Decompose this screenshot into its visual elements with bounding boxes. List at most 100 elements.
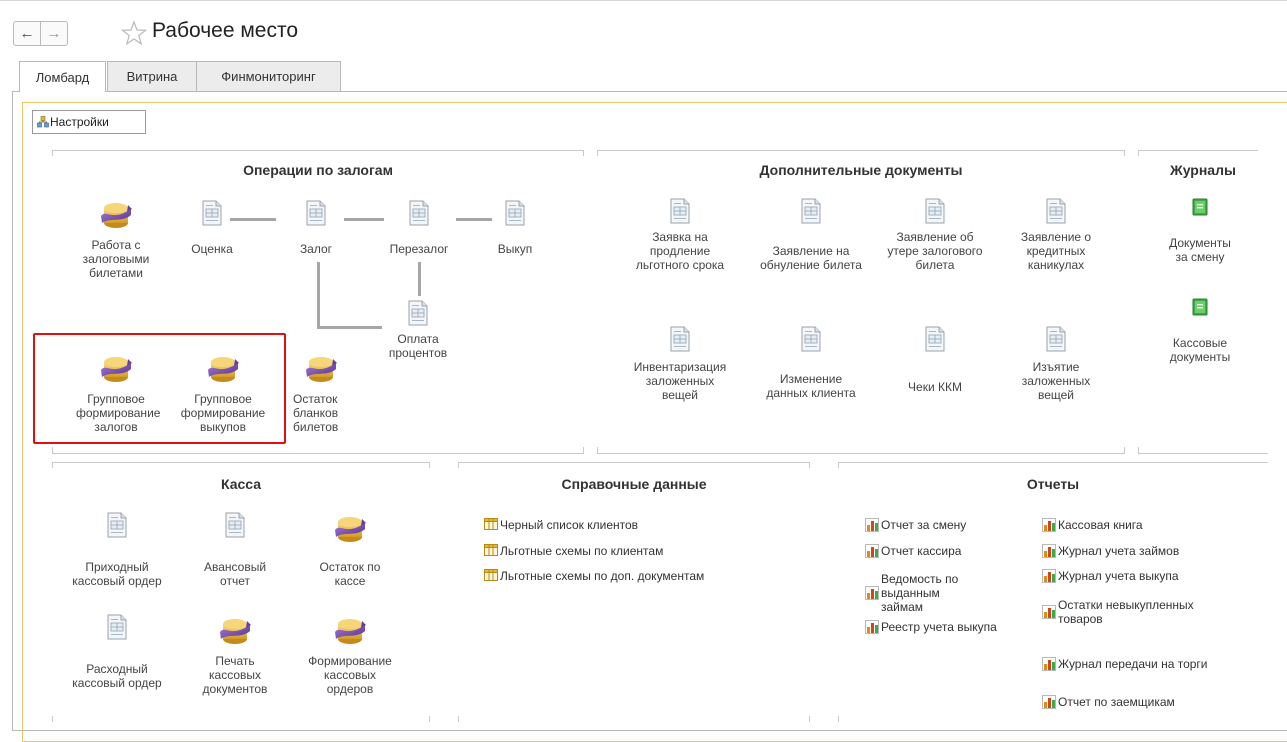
report-link[interactable]: Журнал учета займов: [1042, 544, 1179, 558]
report-link-label: Журнал учета выкупа: [1058, 569, 1179, 583]
outgoing-order-button[interactable]: Расходный кассовый ордер: [62, 614, 172, 690]
reports-title: Отчеты: [1026, 476, 1080, 492]
report-link[interactable]: Отчет по заемщикам: [1042, 695, 1175, 709]
group-divider-tick: [1138, 150, 1139, 156]
tab-finmonitoring[interactable]: Финмониторинг: [196, 61, 341, 91]
report-link-label: Журнал учета займов: [1058, 544, 1180, 558]
ticket-reset-button[interactable]: Заявление на обнуление билета: [752, 198, 870, 272]
repledge-button[interactable]: Перезалог: [380, 200, 458, 256]
valuation-button[interactable]: Оценка: [182, 200, 242, 256]
report-link-label: Журнал передачи на торги: [1058, 657, 1208, 671]
group-divider-tick: [1124, 447, 1125, 453]
grace-extension-button[interactable]: Заявка на продление льготного срока: [620, 198, 740, 272]
operations-title: Операции по залогам: [243, 162, 393, 178]
document-icon: [925, 198, 945, 224]
advance-report-button[interactable]: Авансовый отчет: [193, 512, 277, 588]
document-icon: [670, 326, 690, 352]
inventory-label: Инвентаризация заложенных вещей: [633, 360, 727, 402]
pledge-button[interactable]: Залог: [286, 200, 346, 256]
advance-report-label: Авансовый отчет: [203, 560, 267, 588]
report-link[interactable]: Остатки невыкупленных товаров: [1042, 598, 1208, 626]
flow-connector: [317, 262, 320, 328]
credit-holidays-label: Заявление о кредитных каникулах: [1020, 230, 1092, 272]
coins-processing-icon: [303, 350, 339, 386]
report-link[interactable]: Журнал передачи на торги: [1042, 657, 1208, 671]
blank-remainder-button[interactable]: Остаток бланков билетов: [290, 350, 352, 434]
coins-processing-icon: [98, 196, 134, 232]
group-divider-tick: [458, 716, 459, 722]
print-cash-docs-button[interactable]: Печать кассовых документов: [188, 612, 282, 696]
work-tickets-button[interactable]: Работа с залоговыми билетами: [72, 196, 160, 280]
reference-title: Справочные данные: [561, 476, 707, 492]
reference-link[interactable]: Льготные схемы по доп. документам: [484, 569, 704, 583]
shift-docs-label: Документы за смену: [1169, 236, 1231, 264]
report-link-label: Ведомость по выданным займам: [881, 572, 959, 614]
ticket-loss-button[interactable]: Заявление об утере залогового билета: [880, 198, 990, 272]
cash-balance-button[interactable]: Остаток по кассе: [300, 510, 400, 588]
kkm-receipts-label: Чеки ККМ: [908, 380, 962, 394]
credit-holidays-button[interactable]: Заявление о кредитных каникулах: [1006, 198, 1106, 272]
reference-link[interactable]: Льготные схемы по клиентам: [484, 544, 663, 558]
group-divider-tick: [52, 150, 53, 156]
group-divider-tick: [583, 447, 584, 453]
journal-icon: [1192, 298, 1208, 316]
group-divider: [52, 453, 584, 454]
buyout-button[interactable]: Выкуп: [490, 200, 540, 256]
cash-docs-label: Кассовые документы: [1169, 336, 1231, 364]
star-icon: [120, 20, 148, 46]
report-icon: [1042, 657, 1056, 671]
interest-payment-button[interactable]: Оплата процентов: [376, 300, 460, 360]
report-link[interactable]: Отчет кассира: [865, 544, 961, 558]
incoming-order-button[interactable]: Приходный кассовый ордер: [62, 512, 172, 588]
work-tickets-label: Работа с залоговыми билетами: [82, 238, 150, 280]
shift-docs-button[interactable]: Документы за смену: [1150, 198, 1250, 264]
tab-lombard[interactable]: Ломбард: [19, 61, 106, 92]
document-icon: [670, 198, 690, 224]
group-divider-tick: [838, 716, 839, 722]
document-icon: [801, 198, 821, 224]
tab-vitrina[interactable]: Витрина: [107, 61, 197, 91]
list-icon: [484, 569, 498, 581]
seizure-button[interactable]: Изъятие заложенных вещей: [1006, 326, 1106, 402]
report-link-label: Отчет кассира: [881, 544, 962, 558]
group-divider-tick: [809, 462, 810, 468]
report-link[interactable]: Реестр учета выкупа: [865, 620, 997, 634]
form-cash-orders-label: Формирование кассовых ордеров: [308, 654, 392, 696]
group-divider-tick: [1138, 447, 1139, 453]
ticket-loss-label: Заявление об утере залогового билета: [887, 230, 983, 272]
cash-docs-button[interactable]: Кассовые документы: [1150, 298, 1250, 364]
document-icon: [306, 200, 326, 226]
group-divider: [52, 150, 584, 151]
form-cash-orders-button[interactable]: Формирование кассовых ордеров: [296, 612, 404, 696]
group-divider-tick: [52, 447, 53, 453]
group-divider-tick: [597, 447, 598, 453]
reference-link[interactable]: Черный список клиентов: [484, 518, 638, 532]
back-button[interactable]: ←: [13, 21, 41, 46]
document-icon: [202, 200, 222, 226]
favorite-button[interactable]: [120, 20, 148, 46]
settings-button[interactable]: Настройки: [32, 110, 146, 134]
forward-button[interactable]: →: [40, 21, 68, 46]
grace-extension-label: Заявка на продление льготного срока: [635, 230, 725, 272]
settings-icon: [37, 116, 49, 128]
seizure-label: Изъятие заложенных вещей: [1021, 360, 1091, 402]
report-icon: [865, 620, 879, 634]
flow-connector: [317, 326, 382, 329]
arrow-left-icon: ←: [19, 25, 35, 42]
group-divider: [458, 462, 810, 463]
report-link[interactable]: Отчет за смену: [865, 518, 966, 532]
report-link-label: Отчет за смену: [881, 518, 967, 532]
report-link[interactable]: Ведомость по выданным займам: [865, 572, 981, 614]
group-divider-tick: [838, 462, 839, 468]
report-link[interactable]: Журнал учета выкупа: [1042, 569, 1179, 583]
document-icon: [408, 300, 428, 326]
report-link-label: Реестр учета выкупа: [881, 620, 997, 634]
kkm-receipts-button[interactable]: Чеки ККМ: [880, 326, 990, 394]
report-link[interactable]: Кассовая книга: [1042, 518, 1143, 532]
buyout-label: Выкуп: [497, 242, 533, 256]
inventory-button[interactable]: Инвентаризация заложенных вещей: [620, 326, 740, 402]
group-divider-tick: [52, 462, 53, 468]
group-divider-tick: [1124, 150, 1125, 156]
group-divider-tick: [429, 462, 430, 468]
client-change-button[interactable]: Изменение данных клиента: [752, 326, 870, 400]
